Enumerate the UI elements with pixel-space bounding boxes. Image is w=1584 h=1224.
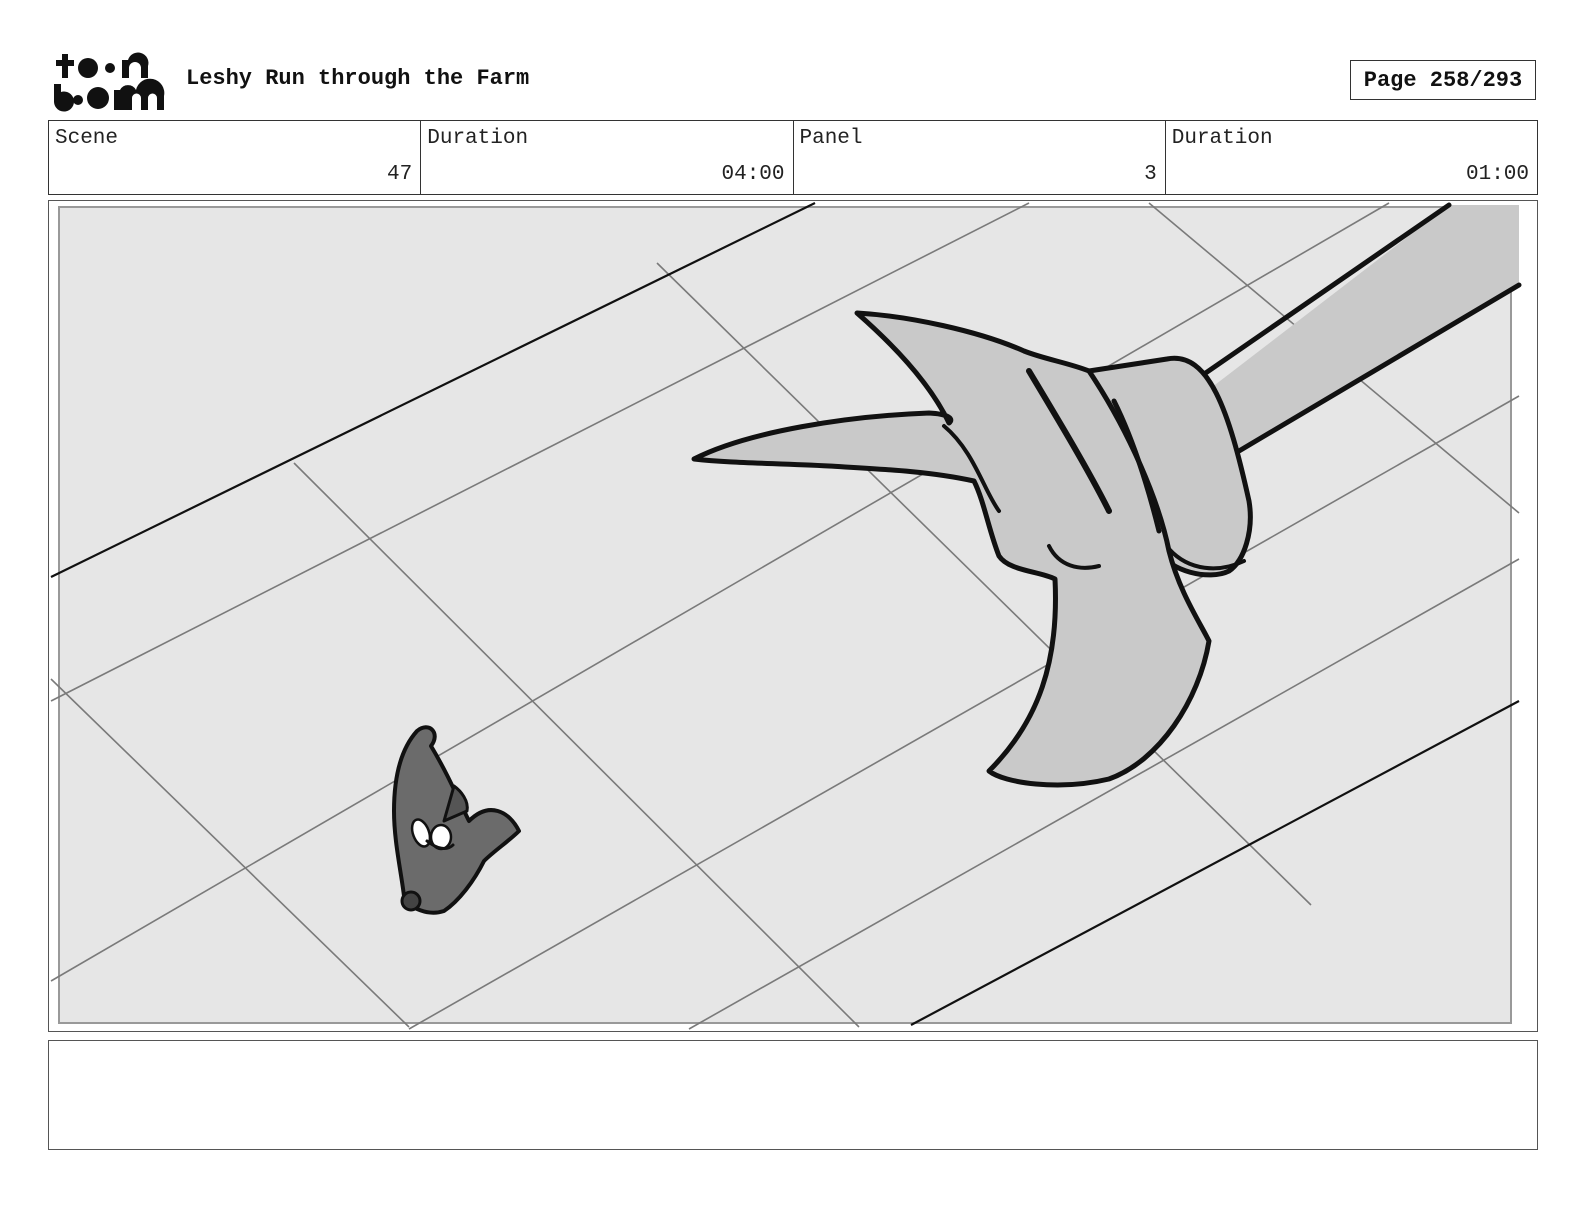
panel-value: 3 bbox=[1144, 163, 1157, 186]
panel-cell: Panel 3 bbox=[794, 121, 1166, 194]
panel-duration-value: 01:00 bbox=[1465, 163, 1529, 186]
panel-notes bbox=[48, 1040, 1538, 1150]
scene-cell: Scene 47 bbox=[49, 121, 422, 194]
panel-sketch bbox=[49, 201, 1537, 1031]
scene-duration-value: 04:00 bbox=[721, 163, 785, 186]
storyboard-title: Leshy Run through the Farm bbox=[186, 66, 530, 91]
scene-value: 47 bbox=[387, 163, 413, 186]
scene-label: Scene bbox=[55, 127, 119, 150]
panel-label: Panel bbox=[799, 127, 863, 150]
toon-boom-logo bbox=[50, 50, 166, 112]
page-indicator: Page 258/293 bbox=[1350, 60, 1536, 100]
scene-duration-cell: Duration 04:00 bbox=[421, 121, 794, 194]
scene-duration-label: Duration bbox=[427, 127, 529, 150]
panel-duration-label: Duration bbox=[1171, 127, 1273, 150]
info-bar: Scene 47 Duration 04:00 Panel 3 Duration… bbox=[48, 120, 1538, 195]
panel-duration-cell: Duration 01:00 bbox=[1166, 121, 1537, 194]
storyboard-panel bbox=[48, 200, 1538, 1032]
